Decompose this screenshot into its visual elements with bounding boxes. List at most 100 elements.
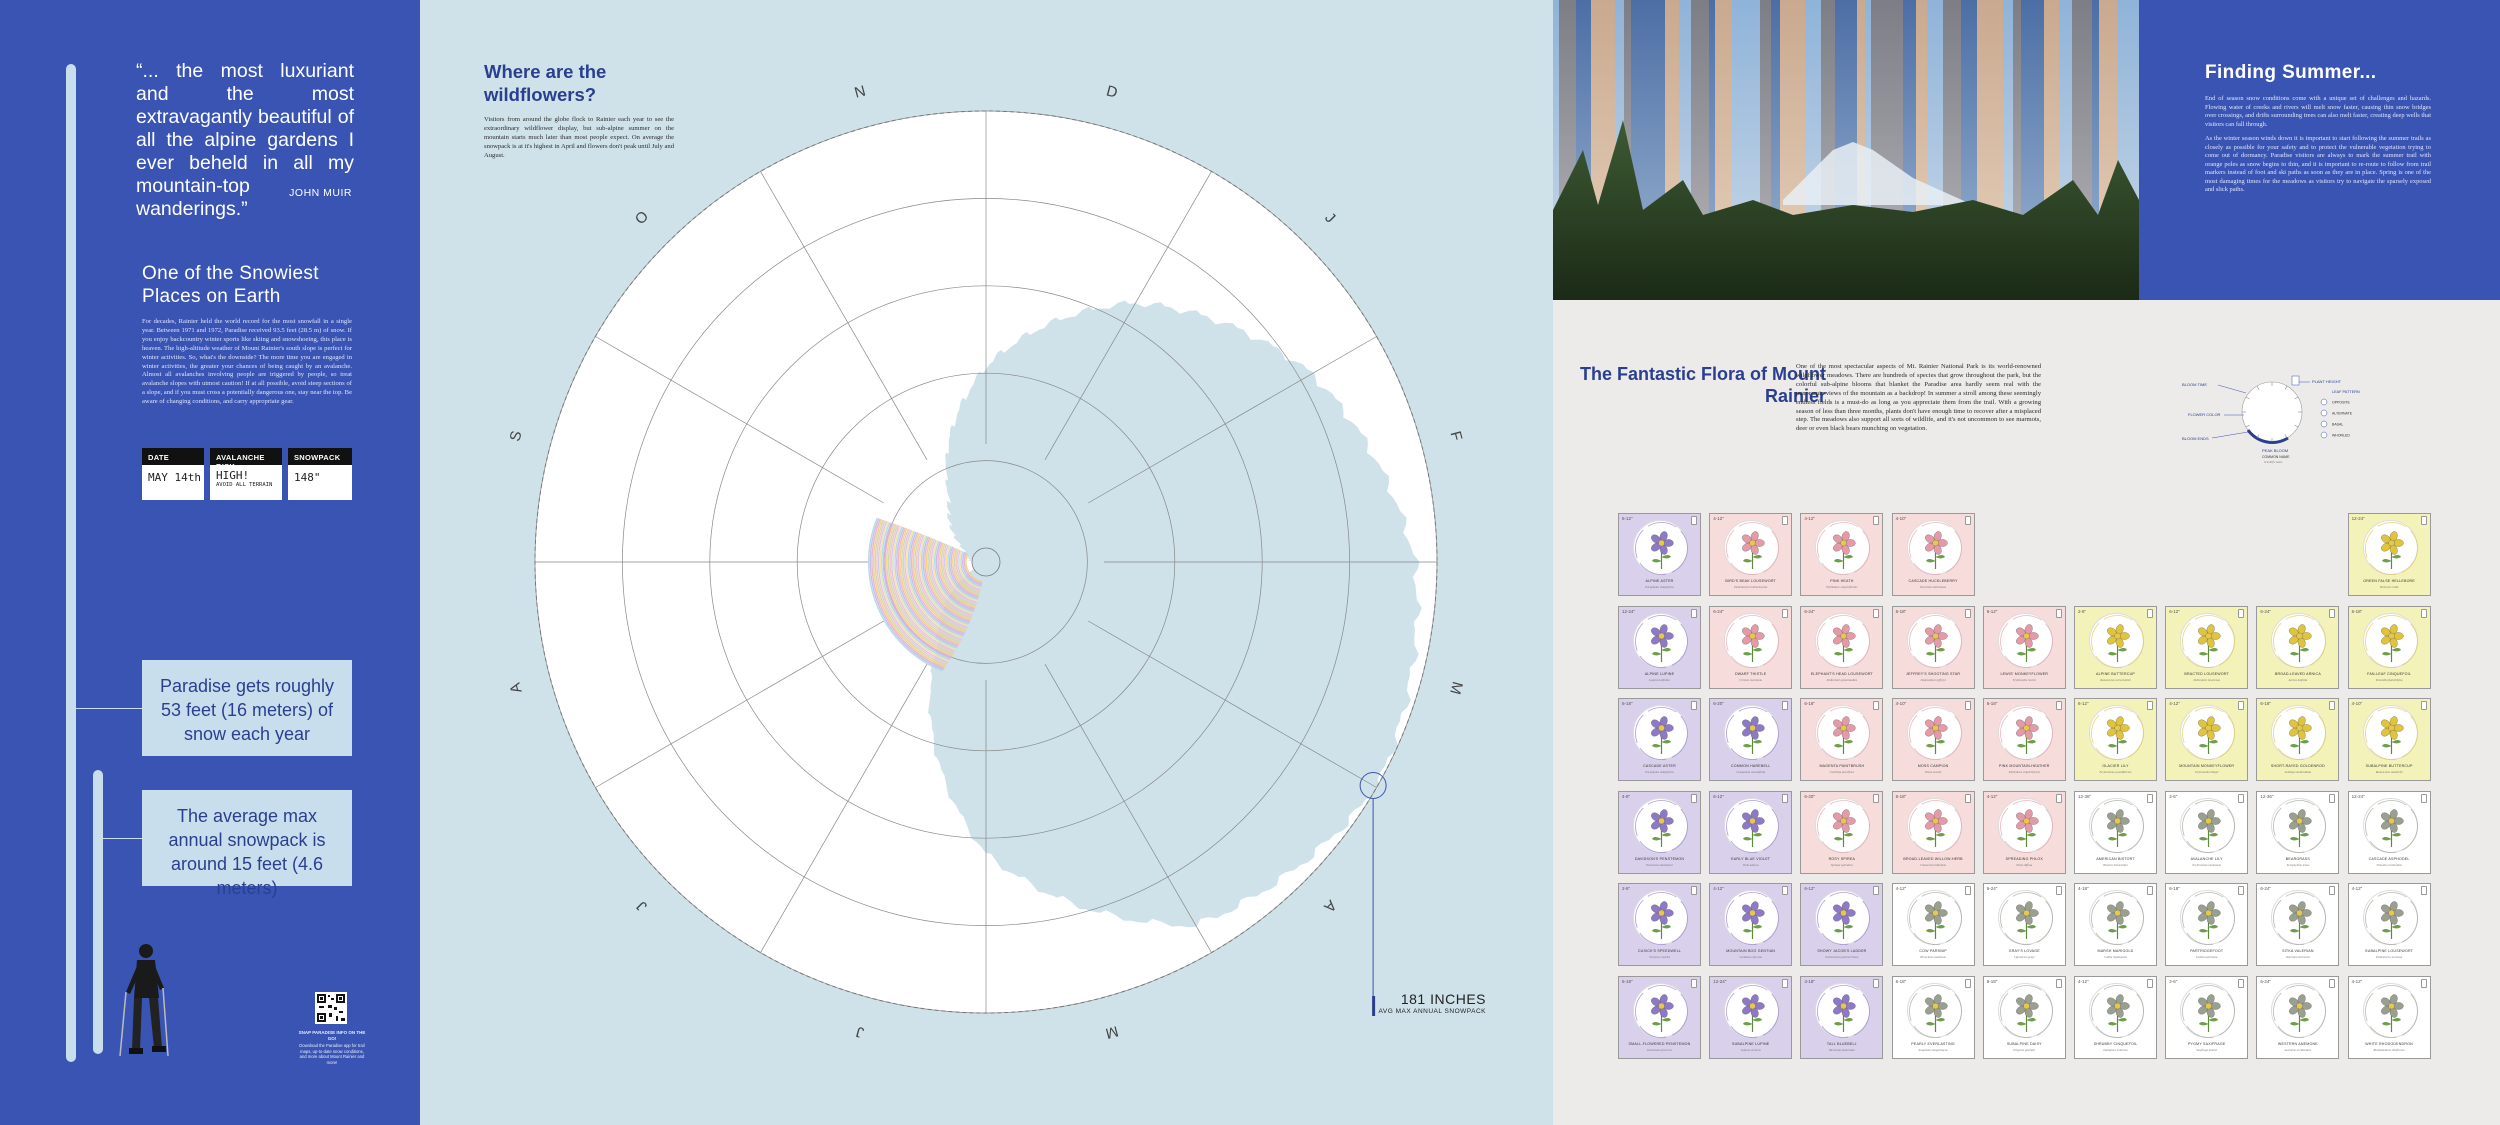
- flower-card[interactable]: 6-18" JEFFREY'S SHOOTING STAR Dodecatheon…: [1891, 605, 1975, 689]
- flower-card[interactable]: 6-20" ROSY SPIREA Spiraea splendens: [1800, 790, 1884, 874]
- flower-card[interactable]: 12-36" BEARGRASS Xerophyllum tenax: [2256, 790, 2340, 874]
- flower-card[interactable]: 4-12" COW PARSNIP Heracleum maximum: [1891, 883, 1975, 966]
- flora-body: One of the most spectacular aspects of M…: [1796, 363, 2041, 433]
- flower-height: 4-12": [1713, 516, 1724, 521]
- flower-height: 6-18": [1804, 701, 1815, 706]
- legend-bloom-label: BLOOM TIME: [2182, 382, 2207, 387]
- flower-number-tag: [2147, 608, 2153, 618]
- flower-card[interactable]: 6-18" FAN-LEAF CINQUEFOIL Potentilla flab…: [2347, 605, 2431, 689]
- flower-common-name: AVALANCHE LILY: [2190, 856, 2223, 861]
- flower-card[interactable]: 12-36" AMERICAN BISTORT Bistorta bistorto…: [2074, 790, 2157, 874]
- flower-card[interactable]: 12-24" ALPINE LUPINE Lupinus latifolius: [1618, 605, 1701, 689]
- flower-card[interactable]: 4-10" CASCADE HUCKLEBERRY Vaccinium delic…: [1891, 513, 1975, 596]
- flower-scientific-name: Potentilla flabellifolia: [2375, 677, 2403, 682]
- flower-common-name: SHORT-RAYED GOLDENROD: [2270, 764, 2325, 768]
- flower-card[interactable]: 6-12" SHOWY JACOB'S LADDER Polemonium pul…: [1800, 883, 1884, 966]
- flower-card[interactable]: 2-6" AVALANCHE LILY Erythronium montanum: [2165, 790, 2249, 874]
- flower-card[interactable]: 6-18" CASCADE ASTER Eucephalus ledophyllu…: [1618, 698, 1701, 781]
- flower-illustration: [2089, 982, 2144, 1038]
- flower-number-tag: [1691, 701, 1697, 710]
- flower-card[interactable]: 4-12" BIRD'S BEAK LOUSEWORT Pedicularis o…: [1709, 513, 1793, 596]
- flower-card[interactable]: 6-18" SHORT-RAYED GOLDENROD Solidago mult…: [2256, 698, 2340, 781]
- flower-card[interactable]: 6-18" SMALL-FLOWERED PENSTEMON Penstemon …: [1618, 975, 1701, 1059]
- flower-card[interactable]: 4-12" MOUNTAIN MONKEYFLOWER Erythranthe t…: [2165, 698, 2249, 781]
- flower-card[interactable]: 6-18" PINK MOUNTAIN-HEATHER Phyllodoce em…: [1982, 698, 2066, 781]
- flower-number-tag: [1691, 793, 1697, 803]
- flower-card[interactable]: 2-6" CUSICK'S SPEEDWELL Veronica cusickii: [1618, 883, 1701, 966]
- snowiest-title: One of the Snowiest Places on Earth: [142, 263, 319, 307]
- avalanche-card-value: HIGH!: [216, 469, 250, 482]
- flower-card[interactable]: 2-6" PYGMY SAXIFRAGE Saxifraga tolmiei: [2165, 975, 2249, 1059]
- legend-common-name: COMMON NAME: [2262, 455, 2290, 459]
- flower-card[interactable]: 6-12" BRACTED LOUSEWORT Pedicularis bract…: [2165, 605, 2249, 689]
- flower-common-name: MOUNTAIN MONKEYFLOWER: [2179, 764, 2235, 768]
- flower-card[interactable]: 6-18" MAGENTA PAINTBRUSH Castilleja parvi…: [1800, 698, 1884, 781]
- flower-card[interactable]: 6-24" ELEPHANT'S HEAD LOUSEWORT Pedicular…: [1800, 605, 1884, 689]
- flower-card[interactable]: 6-24" GRAY'S LOVAGE Ligusticum grayi: [1982, 883, 2066, 966]
- flower-scientific-name: Eucephalus ledophyllus: [1645, 770, 1674, 774]
- flower-card[interactable]: 6-12" ALPINE ASTER Eucephalus ledophyllus: [1618, 513, 1701, 596]
- flower-icon: [1635, 614, 1688, 668]
- flower-icon: [2182, 707, 2236, 760]
- flower-illustration: [2089, 705, 2144, 760]
- flower-number-tag: [1873, 701, 1880, 710]
- flower-number-tag: [1691, 886, 1697, 895]
- flower-scientific-name: Erythronium grandiflorum: [2099, 770, 2132, 774]
- flower-card[interactable]: 6-12" EARLY BLUE VIOLET Viola adunca: [1709, 790, 1793, 874]
- flower-height: 2-6": [1622, 886, 1631, 891]
- flower-height: 6-24": [1986, 886, 1998, 891]
- flower-card[interactable]: 6-12" LEWIS' MONKEYFLOWER Erythranthe lew…: [1982, 605, 2066, 689]
- flower-card[interactable]: 4-12" SUBALPINE LOUSEWORT Pedicularis rac…: [2347, 883, 2431, 966]
- flower-card[interactable]: 6-18" BROAD-LEAVED WILLOW-HERB Chamerion …: [1891, 790, 1975, 874]
- flower-card[interactable]: 6-12" GLACIER LILY Erythronium grandiflor…: [2074, 698, 2157, 781]
- flower-common-name: PINK HEATH: [1830, 579, 1854, 583]
- flower-scientific-name: Bistorta bistortoides: [2103, 862, 2128, 867]
- flower-number-tag: [2420, 978, 2427, 988]
- flower-card[interactable]: 12-24" CASCADE ASPHODEL Triantha occident…: [2347, 790, 2431, 874]
- flower-card[interactable]: 6-18" PARTRIDGEFOOT Luetkea pectinata: [2165, 883, 2249, 966]
- quote-author: JOHN MUIR: [289, 187, 352, 199]
- flower-icon: [2182, 892, 2236, 945]
- flower-height: 6-12": [2169, 608, 2180, 614]
- flower-card[interactable]: 4-18" TALL BLUEBELL Mertensia paniculata: [1800, 975, 1884, 1059]
- flower-card[interactable]: 6-20" COMMON HAREBELL Campanula rotundifo…: [1709, 698, 1793, 781]
- flower-card[interactable]: 4-10" SUBALPINE BUTTERCUP Ranunculus suks…: [2347, 698, 2431, 781]
- flower-height: 2-6": [2078, 608, 2087, 614]
- flower-card[interactable]: 4-12" MOUNTAIN BOG GENTIAN Gentiana calyc…: [1709, 883, 1793, 966]
- month-label: N: [853, 82, 868, 101]
- flower-number-tag: [1782, 886, 1789, 895]
- wildflowers-title: Where are the wildflowers?: [484, 61, 607, 105]
- flower-illustration: [1724, 890, 1780, 945]
- flower-height: 4-10": [1895, 701, 1907, 706]
- flower-card[interactable]: 6-18" SUBALPINE DAISY Erigeron glacialis: [1982, 975, 2066, 1059]
- flower-card[interactable]: 4-12" SPREADING PHLOX Phlox diffusa: [1982, 790, 2066, 874]
- flower-card[interactable]: 12-24" SUBALPINE LUPINE Lupinus arcticus: [1709, 975, 1793, 1059]
- flower-common-name: SUBALPINE LUPINE: [1732, 1041, 1770, 1046]
- legend-leaf-entry: OPPOSITE: [2332, 401, 2351, 405]
- flower-height: 4-12": [1804, 516, 1815, 521]
- flower-card[interactable]: 4-12" PINK HEATH Phyllodoce empetriformis: [1800, 513, 1884, 596]
- finding-summer-panel: Finding Summer... End of season snow con…: [2139, 0, 2500, 300]
- flower-common-name: ALPINE BUTTERCUP: [2096, 671, 2135, 676]
- flower-card[interactable]: 12-24" GREEN FALSE HELLEBORE Veratrum vir…: [2347, 513, 2431, 596]
- flower-card[interactable]: 2-6" ALPINE BUTTERCUP Ranunculus eschscho…: [2074, 605, 2157, 689]
- month-label: M: [1104, 1022, 1120, 1042]
- flower-icon: [2182, 799, 2236, 853]
- qr-code[interactable]: [315, 992, 347, 1024]
- timelapse-strip-image: [1553, 0, 2139, 300]
- flower-card[interactable]: 6-18" PEARLY EVERLASTING Anaphalis margar…: [1891, 975, 1975, 1059]
- legend-leaf-entry: ALTERNATE: [2332, 412, 2353, 416]
- flower-card[interactable]: 4-10" MOSS CAMPION Silene acaulis: [1891, 698, 1975, 781]
- flower-card[interactable]: 4-12" SHRUBBY CINQUEFOIL Dasiphora frutic…: [2074, 975, 2157, 1059]
- flower-card[interactable]: 6-24" DWARF THISTLE Cirsium scariosum: [1709, 605, 1793, 689]
- flower-card[interactable]: 4-8" DAVIDSON'S PENSTEMON Penstemon david…: [1618, 790, 1701, 874]
- flower-height: 4-10": [1895, 516, 1907, 521]
- flower-card[interactable]: 4-18" MARSH MARIGOLD Caltha leptosepala: [2074, 883, 2157, 966]
- flower-number-tag: [1873, 608, 1880, 618]
- flower-number-tag: [2238, 608, 2245, 618]
- flower-card[interactable]: 6-24" BROAD-LEAVED ARNICA Arnica latifoli…: [2256, 605, 2340, 689]
- flower-card[interactable]: 6-24" SITKA VALERIAN Valeriana sitchensis: [2256, 883, 2340, 966]
- flower-common-name: TALL BLUEBELL: [1826, 1041, 1857, 1046]
- flower-card[interactable]: 6-24" WESTERN ANEMONE Anemone occidentali…: [2256, 975, 2340, 1059]
- flower-card[interactable]: 4-12" WHITE RHODODENDRON Rhododendron alb…: [2347, 975, 2431, 1059]
